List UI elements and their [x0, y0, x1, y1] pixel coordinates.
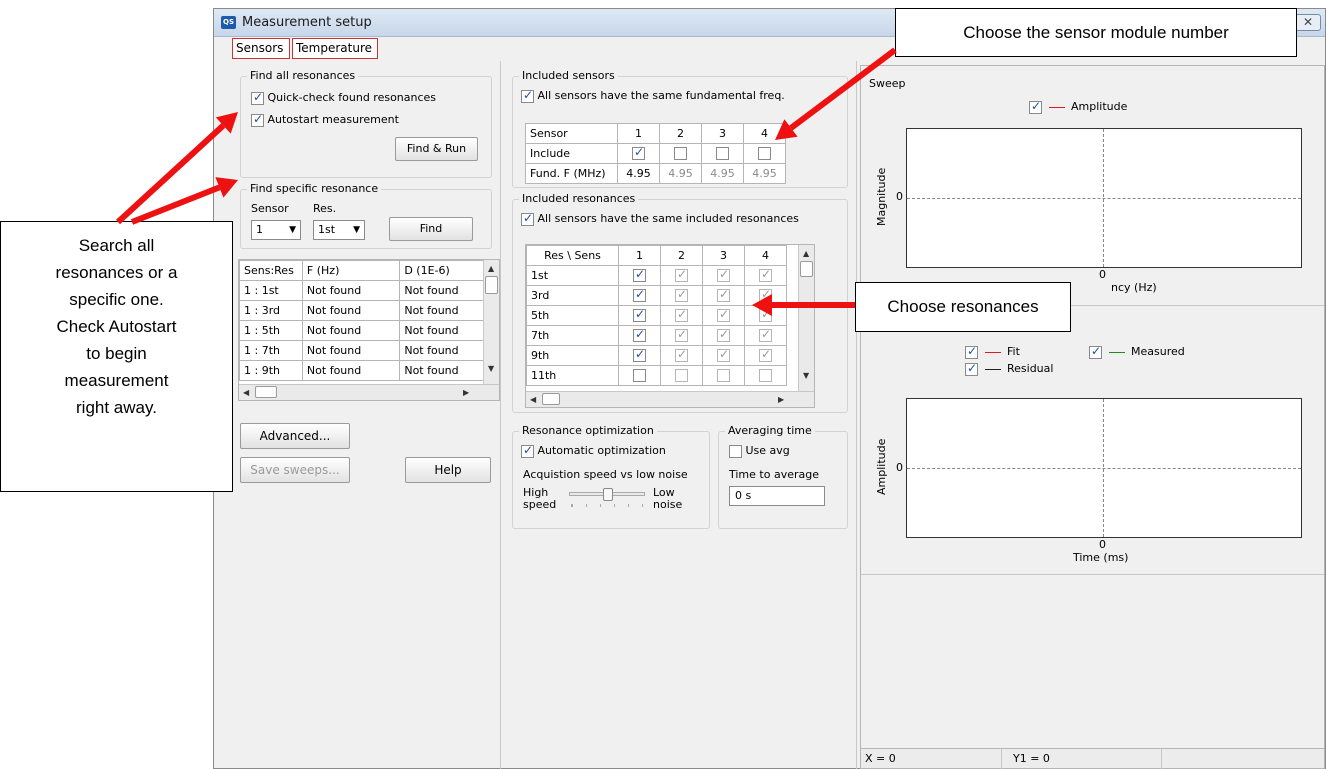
arrow-to-find-specific-shaft: [130, 184, 221, 225]
arrow-to-resonances-head: [752, 294, 772, 316]
annotation-arrows: [115, 47, 897, 316]
arrow-to-sensor-module-shaft: [789, 47, 897, 131]
